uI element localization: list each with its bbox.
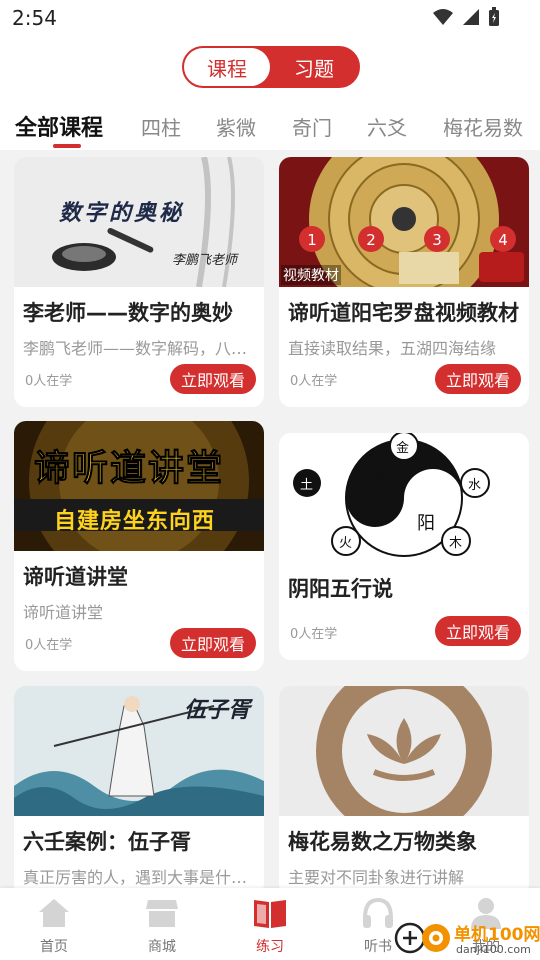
category-tabs: 全部课程 四柱 紫微 奇门 六爻 梅花易数 bbox=[0, 104, 540, 148]
status-time: 2:54 bbox=[12, 6, 57, 30]
element-label-water: 水 bbox=[468, 478, 482, 493]
thumb-caption: 视频教材 bbox=[281, 265, 341, 285]
thumb-caption: 伍子胥 bbox=[184, 698, 251, 723]
learner-count: 0人在学 bbox=[290, 374, 338, 389]
learner-count: 0人在学 bbox=[25, 638, 73, 653]
thumb-subcaption: 李鹏飞老师 bbox=[172, 253, 238, 268]
course-description: 真正厉害的人，遇到大事是什么样的 bbox=[23, 868, 257, 887]
course-thumbnail: 阴 阳 金 水 木 火 土 bbox=[279, 433, 529, 563]
yin-label: 阴 bbox=[371, 470, 389, 491]
course-title: 谛听道讲堂 bbox=[23, 565, 128, 589]
segment-exercises[interactable]: 习题 bbox=[270, 48, 358, 86]
course-title: 六壬案例：伍子胥 bbox=[23, 830, 191, 854]
status-bar: 2:54 bbox=[0, 0, 540, 36]
home-icon bbox=[39, 899, 69, 927]
watermark-url: danji100.com bbox=[456, 943, 531, 956]
nav-shop-label: 商城 bbox=[148, 939, 176, 955]
course-thumbnail: 数字的奥秘 李鹏飞老师 bbox=[14, 157, 264, 287]
active-tab-indicator bbox=[53, 144, 81, 148]
app-root: 2:54 课程 习题 全部课程 四柱 紫微 奇门 六爻 梅花易数 数字的奥秘 李… bbox=[0, 0, 540, 960]
course-card[interactable]: 1 2 3 4 视频教材 谛听道阳宅罗盘视频教材 直接读取结果，五湖四海结缘 0… bbox=[279, 157, 529, 407]
course-thumbnail: 谛听道讲堂 自建房坐东向西 bbox=[14, 421, 264, 551]
tab-ziwei[interactable]: 紫微 bbox=[216, 112, 256, 141]
course-title: 梅花易数之万物类象 bbox=[288, 830, 477, 854]
course-description: 李鹏飞老师——数字解码，八字推理 bbox=[23, 339, 257, 358]
svg-text:1: 1 bbox=[307, 231, 317, 249]
course-title: 谛听道阳宅罗盘视频教材 bbox=[288, 301, 519, 325]
headphones-icon bbox=[363, 897, 393, 928]
element-label-wood: 木 bbox=[449, 536, 463, 551]
course-card[interactable]: 数字的奥秘 李鹏飞老师 李老师——数字的奥妙 李鹏飞老师——数字解码，八字推理 … bbox=[14, 157, 264, 407]
wifi-icon bbox=[433, 9, 453, 25]
thumb-caption: 谛听道讲堂 bbox=[33, 448, 225, 490]
svg-text:4: 4 bbox=[498, 231, 508, 249]
battery-icon bbox=[489, 7, 499, 26]
segment-courses[interactable]: 课程 bbox=[184, 48, 270, 86]
header: 2:54 课程 习题 全部课程 四柱 紫微 奇门 六爻 梅花易数 bbox=[0, 0, 540, 150]
course-title: 李老师——数字的奥妙 bbox=[23, 301, 233, 325]
element-label-metal: 金 bbox=[396, 441, 410, 456]
course-description: 主要对不同卦象进行讲解 bbox=[288, 868, 465, 887]
nav-home[interactable]: 首页 bbox=[0, 888, 108, 960]
thumb-caption: 数字的奥秘 bbox=[59, 201, 185, 226]
learner-count: 0人在学 bbox=[25, 374, 73, 389]
tab-all-courses[interactable]: 全部课程 bbox=[15, 110, 103, 142]
lotus-logo-image bbox=[279, 686, 529, 816]
watch-now-button[interactable]: 立即观看 bbox=[170, 628, 256, 658]
course-card[interactable]: 伍子胥 六壬案例：伍子胥 真正厉害的人，遇到大事是什么样的 bbox=[14, 686, 264, 896]
course-title: 阴阳五行说 bbox=[288, 577, 393, 601]
element-label-fire: 火 bbox=[339, 536, 353, 551]
watch-now-button[interactable]: 立即观看 bbox=[170, 364, 256, 394]
svg-text:2: 2 bbox=[366, 231, 376, 249]
status-icons bbox=[432, 7, 500, 27]
watch-now-button[interactable]: 立即观看 bbox=[435, 616, 521, 646]
tab-sizhu[interactable]: 四柱 bbox=[141, 112, 181, 141]
nav-home-label: 首页 bbox=[40, 939, 68, 955]
course-card[interactable]: 梅花易数之万物类象 主要对不同卦象进行讲解 bbox=[279, 686, 529, 896]
nav-practice[interactable]: 练习 bbox=[216, 888, 324, 960]
svg-text:3: 3 bbox=[432, 231, 442, 249]
course-thumbnail bbox=[279, 686, 529, 816]
tab-meihua[interactable]: 梅花易数 bbox=[443, 112, 523, 141]
course-description: 谛听道讲堂 bbox=[23, 603, 104, 622]
signal-icon bbox=[463, 9, 479, 25]
course-thumbnail: 1 2 3 4 视频教材 bbox=[279, 157, 529, 287]
watch-now-button[interactable]: 立即观看 bbox=[435, 364, 521, 394]
tab-liuyao[interactable]: 六爻 bbox=[367, 112, 407, 141]
course-description: 直接读取结果，五湖四海结缘 bbox=[288, 339, 497, 358]
course-card[interactable]: 谛听道讲堂 自建房坐东向西 谛听道讲堂 谛听道讲堂 0人在学 立即观看 bbox=[14, 421, 264, 671]
learner-count: 0人在学 bbox=[290, 627, 338, 642]
mode-segment: 课程 习题 bbox=[182, 46, 360, 88]
shop-icon bbox=[146, 900, 178, 927]
nav-practice-label: 练习 bbox=[256, 939, 284, 955]
watermark-title: 单机100网 bbox=[454, 925, 540, 945]
watermark: 单机100网 danji100.com bbox=[392, 914, 540, 960]
course-thumbnail: 伍子胥 bbox=[14, 686, 264, 816]
nav-shop[interactable]: 商城 bbox=[108, 888, 216, 960]
element-label-earth: 土 bbox=[300, 478, 314, 493]
tab-qimen[interactable]: 奇门 bbox=[292, 112, 332, 141]
yang-label: 阳 bbox=[417, 513, 435, 534]
book-icon bbox=[254, 900, 286, 928]
thumb-subcaption: 自建房坐东向西 bbox=[54, 509, 216, 534]
course-card[interactable]: 阴 阳 金 水 木 火 土 阴阳五行说 0人在学 立即观看 bbox=[279, 433, 529, 660]
